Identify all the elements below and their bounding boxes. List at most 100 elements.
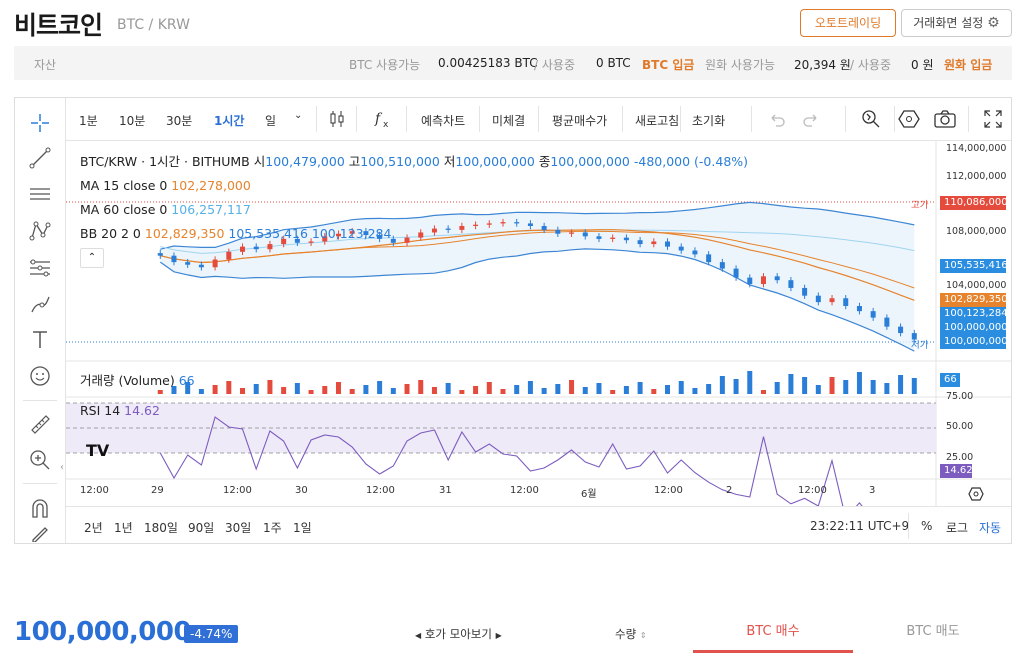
rsi-value: 14.62 bbox=[124, 403, 160, 418]
candle-body bbox=[747, 277, 753, 285]
rsi-legend: RSI 14 14.62 bbox=[80, 403, 160, 418]
range-30d[interactable]: 30일 bbox=[225, 519, 251, 536]
brush-icon[interactable] bbox=[27, 291, 53, 317]
pencil-icon[interactable] bbox=[27, 524, 53, 542]
redo-icon[interactable] bbox=[799, 106, 825, 132]
interval-30min[interactable]: 30분 bbox=[166, 112, 192, 129]
volume-bar bbox=[404, 384, 410, 394]
range-1d[interactable]: 1일 bbox=[293, 519, 312, 536]
axis-settings-icon[interactable] bbox=[968, 486, 984, 505]
undo-icon[interactable] bbox=[763, 106, 789, 132]
range-180d[interactable]: 180일 bbox=[144, 519, 178, 536]
volume-bar bbox=[445, 383, 451, 394]
quantity-sort[interactable]: 수량 ⇕ bbox=[615, 626, 647, 642]
krw-deposit-link[interactable]: 원화 입금 bbox=[944, 56, 992, 73]
interval-day[interactable]: 일 bbox=[265, 112, 276, 129]
screen-settings-label: 거래화면 설정 bbox=[913, 16, 984, 30]
trend-line-icon[interactable] bbox=[27, 145, 53, 171]
rsi-tick: 25.00 bbox=[946, 452, 974, 463]
volume-bar bbox=[240, 388, 246, 394]
range-1w[interactable]: 1주 bbox=[263, 519, 282, 536]
volume-bar bbox=[486, 382, 492, 394]
text-icon[interactable] bbox=[27, 326, 53, 352]
emoji-icon[interactable] bbox=[27, 363, 53, 389]
range-1y[interactable]: 1년 bbox=[114, 519, 133, 536]
candle-body bbox=[870, 311, 876, 318]
pattern-icon[interactable] bbox=[27, 218, 53, 244]
open-value: 100,479,000 bbox=[265, 154, 345, 169]
reset-button[interactable]: 초기화 bbox=[692, 112, 725, 129]
time-tick: 31 bbox=[439, 485, 452, 496]
btc-deposit-link[interactable]: BTC 입금 bbox=[642, 56, 694, 73]
asset-label: 자산 bbox=[34, 58, 57, 72]
orderbook-view-label: 호가 모아보기 bbox=[424, 627, 492, 641]
volume-bar bbox=[335, 382, 341, 394]
bb-lower-value: 100,123,284 bbox=[311, 226, 392, 241]
price-tick: 104,000,000 bbox=[946, 280, 1007, 291]
zoom-in-icon[interactable] bbox=[27, 447, 53, 473]
time-tick: 12:00 bbox=[223, 485, 252, 496]
volume-bar bbox=[706, 384, 712, 394]
indicators-icon[interactable]: fx bbox=[370, 106, 396, 132]
quick-search-icon[interactable] bbox=[858, 106, 884, 132]
range-2y[interactable]: 2년 bbox=[84, 519, 103, 536]
page-title: 비트코인 bbox=[14, 11, 103, 40]
crosshair-icon[interactable] bbox=[27, 110, 53, 136]
krw-available-label: 원화 사용가능 bbox=[705, 58, 776, 72]
log-toggle[interactable]: 로그 bbox=[946, 519, 968, 536]
scroll-left-icon[interactable]: ‹ bbox=[60, 462, 64, 473]
volume-bar bbox=[473, 386, 479, 394]
interval-1hour[interactable]: 1시간 bbox=[214, 112, 244, 129]
legend-ma60-row: MA 60 close 0 106,257,117 bbox=[80, 198, 748, 222]
candle-body bbox=[733, 268, 739, 278]
volume-bar bbox=[870, 380, 876, 394]
high-label: 고 bbox=[348, 154, 361, 169]
chevron-down-icon[interactable]: ⌄ bbox=[294, 110, 302, 121]
screen-settings-button[interactable]: 거래화면 설정 ⚙ bbox=[901, 9, 1012, 37]
forecast-chart-button[interactable]: 예측차트 bbox=[421, 112, 465, 129]
tradingview-logo-icon: TV bbox=[86, 441, 110, 460]
btc-inuse-label: / 사용중 bbox=[534, 58, 575, 72]
auto-trade-button[interactable]: 오토트레이딩 bbox=[800, 9, 896, 37]
gear-icon: ⚙ bbox=[987, 15, 1000, 31]
orderbook-view-toggle[interactable]: ◀ 호가 모아보기 ▶ bbox=[415, 626, 502, 642]
volume-bar bbox=[212, 385, 218, 394]
ruler-icon[interactable] bbox=[27, 411, 53, 437]
legend-bb-row: BB 20 2 0 102,829,350 105,535,416 100,12… bbox=[80, 222, 748, 246]
horizontal-lines-icon[interactable] bbox=[27, 181, 53, 207]
range-90d[interactable]: 90일 bbox=[188, 519, 214, 536]
avg-buy-price-button[interactable]: 평균매수가 bbox=[552, 112, 607, 129]
legend-collapse-button[interactable]: ⌃ bbox=[80, 248, 104, 268]
percent-toggle[interactable]: % bbox=[921, 519, 932, 533]
sell-tab[interactable]: BTC 매도 bbox=[853, 614, 1013, 650]
settings-hexagon-icon[interactable] bbox=[896, 106, 922, 132]
volume-bar bbox=[829, 377, 835, 394]
ma60-label: MA 60 close 0 bbox=[80, 202, 168, 217]
volume-pill: 66 bbox=[940, 373, 960, 387]
unfilled-orders-button[interactable]: 미체결 bbox=[492, 112, 525, 129]
volume-bar bbox=[610, 390, 616, 394]
fib-icon[interactable] bbox=[27, 255, 53, 281]
candle-type-icon[interactable] bbox=[324, 106, 350, 132]
volume-bar bbox=[267, 380, 273, 394]
sort-icon: ⇕ bbox=[639, 631, 647, 640]
volume-bar bbox=[418, 380, 424, 394]
fullscreen-icon[interactable] bbox=[980, 106, 1006, 132]
caret-left-icon: ◀ bbox=[415, 631, 422, 640]
interval-1min[interactable]: 1분 bbox=[79, 112, 98, 129]
buy-tab[interactable]: BTC 매수 bbox=[693, 614, 853, 653]
magnet-icon[interactable] bbox=[27, 495, 53, 521]
time-tick: 12:00 bbox=[366, 485, 395, 496]
candle-body bbox=[760, 276, 766, 285]
volume-bar bbox=[500, 389, 506, 394]
interval-10min[interactable]: 10분 bbox=[119, 112, 145, 129]
auto-toggle[interactable]: 자동 bbox=[979, 519, 1001, 536]
price-tick: 112,000,000 bbox=[946, 171, 1007, 182]
volume-bar bbox=[459, 390, 465, 394]
asset-bar: 자산 BTC 사용가능 0.00425183 BTC / 사용중 0 BTC B… bbox=[14, 46, 1012, 80]
btc-available-value: 0.00425183 BTC bbox=[438, 56, 538, 70]
refresh-button[interactable]: 새로고침 bbox=[635, 112, 679, 129]
camera-icon[interactable] bbox=[932, 106, 958, 132]
change-percent-badge: -4.74% bbox=[184, 625, 239, 643]
volume-bar bbox=[788, 374, 794, 394]
